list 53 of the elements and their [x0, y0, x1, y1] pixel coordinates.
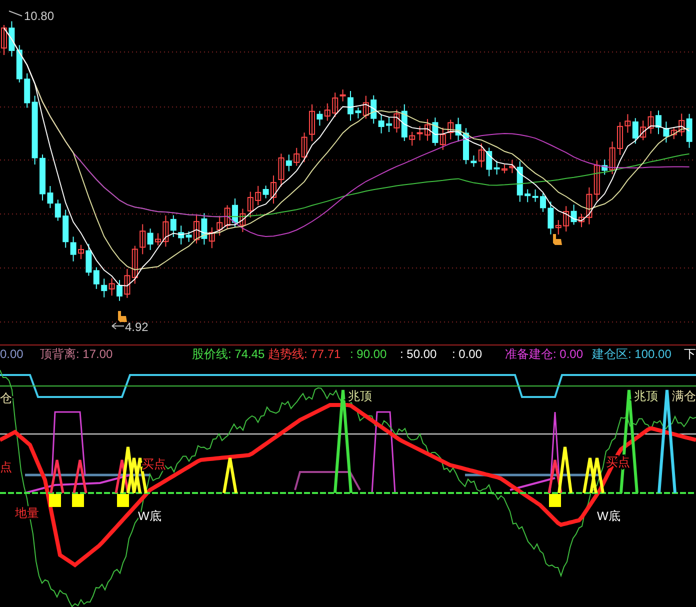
signal-bar — [72, 494, 84, 507]
indicator-value: : 0.00 — [452, 347, 482, 361]
candlestick — [578, 213, 584, 228]
signal-label: 买点 — [142, 457, 166, 471]
signal-spike — [120, 446, 136, 494]
signal-spike — [72, 458, 88, 494]
indicator-value: : 90.00 — [350, 347, 387, 361]
indicator-value: 建仓区: 100.00 — [592, 347, 672, 361]
indicator-value: 下 — [684, 347, 696, 361]
signal-spike — [590, 456, 604, 494]
candlestick — [40, 154, 46, 202]
indicator-value: : 50.00 — [400, 347, 437, 361]
candlestick — [463, 128, 469, 165]
candlestick — [155, 232, 161, 246]
candlestick — [232, 198, 238, 228]
candlestick — [656, 110, 662, 135]
candlestick — [78, 244, 84, 260]
candlestick — [386, 117, 392, 132]
indicator-value: 顶背离: 17.00 — [40, 347, 113, 361]
signal-spike — [582, 456, 598, 494]
signal-label: 兆顶 — [634, 389, 658, 403]
candlestick — [617, 122, 623, 156]
candlestick — [116, 280, 122, 302]
signal-spike — [126, 456, 142, 494]
signal-bar — [117, 494, 129, 507]
candlestick — [270, 175, 276, 204]
signal-label: W底 — [597, 509, 620, 523]
price-low-label: 4.92 — [125, 320, 148, 334]
signal-bar — [49, 494, 61, 507]
signal-label: 兆顶 — [348, 389, 372, 403]
leader-line — [112, 322, 124, 330]
candlestick — [348, 90, 354, 122]
candlestick — [1, 24, 7, 56]
indicator-value: 趋势线: 77.71 — [268, 347, 341, 361]
candlestick — [502, 164, 508, 174]
signal-plateau — [51, 411, 86, 476]
signal-spike — [50, 458, 64, 494]
indicator-value: 0.00 — [0, 347, 24, 361]
leader-line — [8, 10, 22, 16]
candlestick — [540, 192, 546, 212]
price-high-label: 10.80 — [24, 9, 54, 23]
signal-label: 点 — [0, 460, 12, 474]
indicator-value: 股价线: 74.45 — [192, 347, 265, 361]
signal-bar — [549, 494, 561, 507]
signal-spike — [222, 456, 238, 494]
indicator-value: 准备建仓: 0.00 — [505, 347, 584, 361]
candlestick — [194, 214, 200, 244]
signal-plateau — [294, 471, 361, 490]
signal-label: 仓 — [0, 391, 12, 405]
candlestick — [309, 104, 315, 142]
signal-spike — [114, 458, 130, 494]
signal-label: 满仓 — [672, 389, 696, 403]
candlestick — [424, 118, 430, 142]
